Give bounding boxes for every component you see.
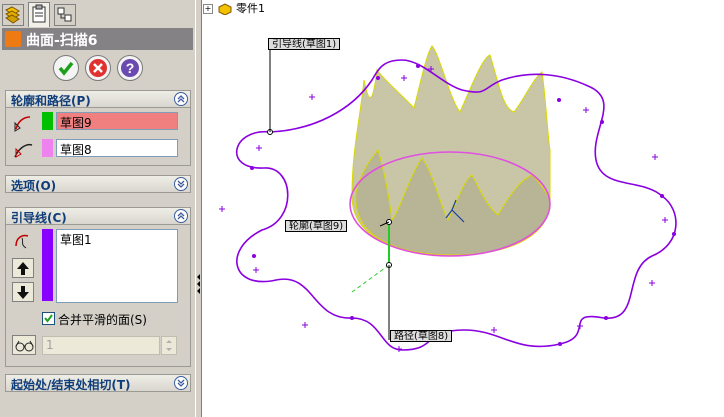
profile-dash: [351, 264, 390, 293]
path-value: 草图8: [60, 143, 92, 157]
tangency-header[interactable]: 起始处/结束处相切(T): [5, 374, 191, 392]
options-header[interactable]: 选项(O): [5, 175, 191, 193]
profile-icon: [14, 116, 31, 132]
collapse-up-icon[interactable]: [174, 92, 188, 106]
tab-property-manager[interactable]: [28, 2, 50, 27]
move-up-button[interactable]: [12, 258, 34, 278]
checkmark-icon: [44, 314, 53, 323]
manager-tabs: [2, 2, 192, 27]
profile-field[interactable]: 草图9: [56, 112, 178, 130]
arrow-up-icon: [17, 262, 29, 275]
section-spinbox[interactable]: 1: [42, 336, 160, 355]
move-down-button[interactable]: [12, 282, 34, 302]
property-manager: 曲面-扫描6 ? 轮廓和路径(P) 草图9 草图8 选项(O) 引导线(C) 草…: [0, 0, 195, 417]
guide-curves-title: 引导线(C): [11, 211, 67, 225]
panel-splitter[interactable]: [195, 0, 202, 417]
graphics-area[interactable]: + 零件1 引导线(草图1) 轮廓(草图9) 路径(草图8): [202, 0, 724, 417]
profile-path-title: 轮廓和路径(P): [11, 94, 91, 108]
tangency-title: 起始处/结束处相切(T): [11, 378, 131, 392]
profile-value: 草图9: [60, 116, 92, 130]
guide-list-item[interactable]: 草图1: [60, 231, 92, 248]
spinner-icon: [166, 340, 172, 351]
guide-curves-body: 草图1 合并平滑的面(S) 1: [5, 225, 191, 367]
check-icon: [58, 61, 74, 76]
configuration-icon: [57, 7, 72, 22]
collapse-up-icon[interactable]: [174, 209, 188, 223]
show-sections-button[interactable]: [12, 335, 36, 355]
spinner-arrows[interactable]: [161, 336, 177, 355]
help-icon: ?: [121, 59, 139, 77]
model-view: [219, 45, 677, 352]
cancel-button[interactable]: [85, 55, 111, 81]
help-button[interactable]: ?: [117, 55, 143, 81]
tab-feature-manager[interactable]: [2, 4, 24, 26]
path-icon: [14, 143, 33, 158]
tab-configuration-manager[interactable]: [54, 4, 76, 26]
path-field[interactable]: 草图8: [56, 139, 178, 157]
path-callout[interactable]: 路径(草图8): [390, 330, 453, 342]
expand-down-icon[interactable]: [174, 376, 188, 390]
profile-callout[interactable]: 轮廓(草图9): [285, 220, 348, 232]
svg-text:?: ?: [126, 60, 135, 76]
options-title: 选项(O): [11, 179, 57, 193]
expand-down-icon[interactable]: [174, 177, 188, 191]
profile-path-body: 草图9 草图8: [5, 108, 191, 166]
feature-title: 曲面-扫描6: [26, 33, 98, 49]
path-color-swatch: [42, 139, 53, 157]
ok-button[interactable]: [53, 55, 79, 81]
close-icon: [89, 59, 107, 77]
guide-curve-list[interactable]: 草图1: [56, 229, 178, 303]
guide-curve-icon: [15, 234, 29, 249]
property-manager-icon: [32, 4, 46, 23]
glasses-icon: [15, 340, 34, 352]
guide-callout[interactable]: 引导线(草图1): [268, 38, 341, 50]
merge-faces-checkbox[interactable]: [42, 312, 55, 325]
feature-title-bar: 曲面-扫描6: [2, 28, 193, 50]
profile-color-swatch: [42, 112, 53, 130]
merge-faces-label: 合并平滑的面(S): [58, 313, 147, 327]
arrow-down-icon: [17, 286, 29, 299]
action-buttons: ?: [53, 55, 153, 83]
feature-tree-icon: [5, 6, 20, 24]
profile-path-header[interactable]: 轮廓和路径(P): [5, 90, 191, 108]
sweep-surface-icon: [5, 31, 21, 47]
guide-curves-header[interactable]: 引导线(C): [5, 207, 191, 225]
section-spin-value: 1: [46, 338, 54, 352]
guide-color-swatch: [42, 229, 53, 301]
